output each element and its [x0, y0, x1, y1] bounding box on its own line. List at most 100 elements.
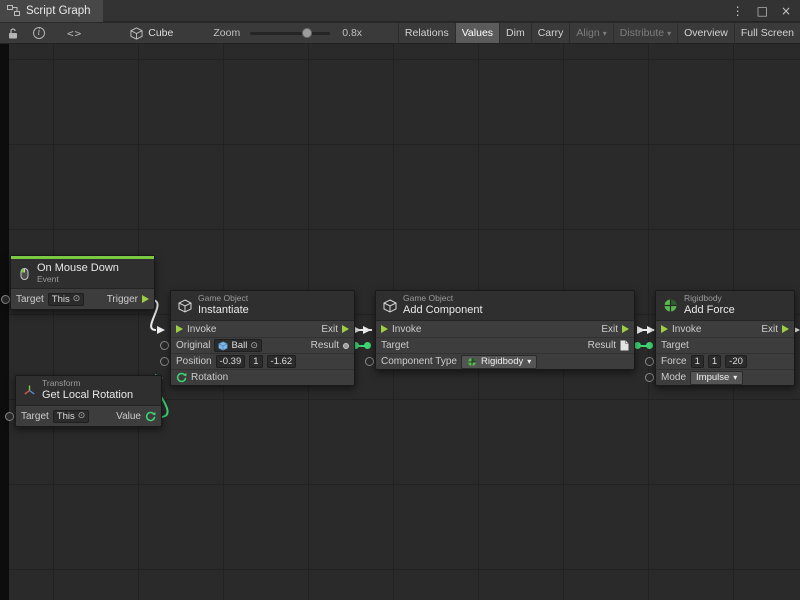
transform-icon [23, 384, 36, 397]
graph-breadcrumb[interactable]: Cube [130, 27, 173, 40]
node-instantiate[interactable]: Game Object Instantiate Invoke Exit Orig… [170, 290, 355, 386]
rotation-label: Rotation [191, 372, 228, 383]
target-object-field[interactable]: This ⊙ [48, 293, 85, 306]
node-subtitle: Event [37, 275, 119, 285]
info-icon[interactable]: i [33, 27, 45, 39]
tab-script-graph[interactable]: Script Graph [0, 0, 103, 22]
close-button[interactable]: × [781, 4, 791, 18]
zoom-slider[interactable] [250, 32, 330, 35]
original-label: Original [176, 340, 210, 351]
node-category: Rigidbody [684, 294, 735, 304]
port-target-get-local-rotation[interactable] [5, 412, 14, 421]
node-add-component[interactable]: Game Object Add Component Invoke Exit Ta… [375, 290, 635, 370]
force-mode-dropdown[interactable]: Impulse ▾ [690, 371, 743, 385]
force-z-field[interactable]: -20 [725, 355, 747, 368]
toolbar-button-relations[interactable]: Relations [398, 23, 455, 43]
chevron-down-icon: ▾ [733, 373, 737, 382]
chevron-down-icon: ▾ [603, 29, 607, 38]
toolbar-button-align[interactable]: Align▾ [569, 23, 612, 43]
rotation-input-port[interactable] [176, 372, 187, 383]
exit-label: Exit [321, 324, 338, 335]
port-original-instantiate[interactable] [160, 341, 169, 350]
node-title: Add Component [403, 304, 483, 317]
force-x-field[interactable]: 1 [691, 355, 704, 368]
toolbar-button-fullscreen[interactable]: Full Screen [734, 23, 800, 43]
object-picker-icon[interactable]: ⊙ [250, 341, 258, 351]
target-label: Target [21, 411, 49, 422]
node-on-mouse-down[interactable]: On Mouse Down Event Target This ⊙ Trigge… [10, 255, 155, 310]
maximize-button[interactable]: □ [757, 4, 768, 18]
game-object-icon [178, 299, 192, 313]
node-add-force[interactable]: Rigidbody Add Force Invoke Exit Target [655, 290, 795, 386]
graph-toolbar: i <> Cube Zoom 0.8x Relations Values Dim… [0, 23, 800, 44]
rotation-output-port[interactable] [145, 411, 156, 422]
value-dot-target-in [646, 342, 653, 349]
exit-label: Exit [761, 324, 778, 335]
force-y-field[interactable]: 1 [708, 355, 721, 368]
trigger-label: Trigger [107, 294, 138, 305]
chevron-down-icon: ▾ [667, 29, 671, 38]
toolbar-button-overview[interactable]: Overview [677, 23, 734, 43]
result-label: Result [588, 340, 616, 351]
invoke-input-port[interactable] [381, 325, 388, 333]
port-force[interactable] [645, 357, 654, 366]
invoke-label: Invoke [187, 324, 216, 335]
titlebar: Script Graph ⋮ □ × [0, 0, 800, 22]
original-object-field[interactable]: Ball ⊙ [214, 339, 261, 352]
chevron-down-icon: ▾ [527, 357, 531, 366]
exit-output-port[interactable] [782, 325, 789, 333]
toolbar-button-dim[interactable]: Dim [499, 23, 531, 43]
target-label: Target [381, 340, 409, 351]
port-mode[interactable] [645, 373, 654, 382]
port-target-on-mouse-down[interactable] [1, 295, 10, 304]
node-get-local-rotation[interactable]: Transform Get Local Rotation Target This… [15, 375, 162, 427]
toolbar-buttons: Relations Values Dim Carry Align▾ Distri… [398, 23, 800, 43]
target-label: Target [661, 340, 689, 351]
mouse-icon [18, 267, 31, 281]
code-icon[interactable]: <> [67, 27, 82, 40]
component-type-dropdown[interactable]: Rigidbody ▾ [461, 355, 537, 369]
node-title: Add Force [684, 304, 735, 317]
value-dot-result-out [634, 342, 641, 349]
component-type-label: Component Type [381, 356, 457, 367]
node-title: Get Local Rotation [42, 389, 133, 402]
lock-icon[interactable] [7, 27, 19, 40]
position-y-field[interactable]: 1 [249, 355, 262, 368]
flow-arrow-into-add-force [647, 326, 655, 334]
node-title: Instantiate [198, 304, 249, 317]
result-label: Result [311, 340, 339, 351]
window-menu-button[interactable]: ⋮ [732, 4, 744, 18]
value-label: Value [116, 411, 141, 422]
target-label: Target [16, 294, 44, 305]
toolbar-button-carry[interactable]: Carry [531, 23, 570, 43]
game-object-icon [383, 299, 397, 313]
invoke-input-port[interactable] [661, 325, 668, 333]
node-category: Transform [42, 379, 133, 389]
node-category: Game Object [403, 294, 483, 304]
exit-output-port[interactable] [622, 325, 629, 333]
port-position-instantiate[interactable] [160, 357, 169, 366]
zoom-slider-knob[interactable] [302, 28, 312, 38]
exit-label: Exit [601, 324, 618, 335]
exit-output-port[interactable] [342, 325, 349, 333]
port-component-type[interactable] [365, 357, 374, 366]
toolbar-button-values[interactable]: Values [455, 23, 499, 43]
result-output-port[interactable] [343, 343, 349, 349]
graph-name: Cube [148, 27, 173, 39]
object-picker-icon[interactable]: ⊙ [73, 294, 81, 304]
object-picker-icon[interactable]: ⊙ [78, 411, 86, 421]
graph-canvas[interactable]: On Mouse Down Event Target This ⊙ Trigge… [0, 44, 800, 600]
rigidbody-icon [467, 357, 477, 367]
force-label: Force [661, 356, 687, 367]
invoke-input-port[interactable] [176, 325, 183, 333]
value-dot-target-in [364, 342, 371, 349]
target-object-field[interactable]: This ⊙ [53, 410, 90, 423]
trigger-output-port[interactable] [142, 295, 149, 303]
invoke-label: Invoke [672, 324, 701, 335]
result-output-port[interactable] [620, 340, 629, 351]
toolbar-button-distribute[interactable]: Distribute▾ [613, 23, 677, 43]
zoom-value: 0.8x [342, 27, 362, 39]
position-x-field[interactable]: -0.39 [216, 355, 246, 368]
position-z-field[interactable]: -1.62 [267, 355, 297, 368]
script-graph-window: Script Graph ⋮ □ × i <> Cube Zoom 0.8x R… [0, 0, 800, 600]
